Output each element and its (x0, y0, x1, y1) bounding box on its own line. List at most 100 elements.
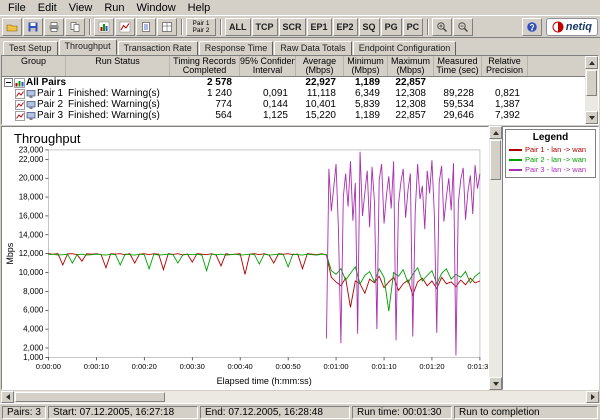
svg-text:Elapsed time (h:mm:ss): Elapsed time (h:mm:ss) (217, 376, 312, 386)
column-header-group: Group (2, 56, 66, 76)
toolbar-view-all-button[interactable]: ALL (225, 17, 251, 36)
tab-throughput[interactable]: Throughput (58, 39, 117, 55)
group-cell: Pair 3 (2, 110, 66, 121)
tab-endpoint-configuration[interactable]: Endpoint Configuration (352, 41, 457, 55)
toolbar-bar-chart-button[interactable] (94, 17, 114, 36)
arrow-down-icon (492, 381, 499, 386)
group-label: Pair 1 (37, 88, 64, 99)
value-cell: 1,189 (354, 77, 380, 88)
toolbar-view-pc-button[interactable]: PC (402, 17, 424, 36)
svg-text:0:01:10: 0:01:10 (371, 362, 396, 371)
toolbar-view-scr-button[interactable]: SCR (278, 17, 306, 36)
toolbar-view-ep1-button[interactable]: EP1 (306, 17, 332, 36)
toolbar-view-ep2-button[interactable]: EP2 (332, 17, 358, 36)
toolbar-view-tcp-button[interactable]: TCP (251, 17, 278, 36)
table-vertical-scrollbar[interactable] (585, 56, 598, 124)
value-cell: 6,349 (354, 88, 380, 99)
value-cell: 0,091 (262, 88, 288, 99)
toolbar-grid-view-button[interactable] (157, 17, 177, 36)
legend-line-swatch (509, 169, 522, 171)
table-row-pair-3[interactable]: Pair 3 Finished: Warning(s) 564 1,125 15,220… (2, 110, 585, 121)
collapse-icon[interactable] (4, 78, 13, 87)
value-cell: 0,144 (262, 99, 288, 110)
results-grid-header: Group Run Status Timing Records Completed 95… (2, 56, 585, 77)
toolbar-print-button[interactable] (44, 17, 64, 36)
legend-item: Pair 3 - lan -> wan (507, 165, 594, 175)
column-header-95-confidence: 95% ConfidenceInterval (240, 56, 296, 76)
toolbar-pair-filter-button[interactable]: Pair 1 Pair 2 (186, 17, 216, 36)
legend-line-swatch (509, 149, 522, 151)
menu-window[interactable]: Window (131, 1, 182, 15)
svg-text:0:00:40: 0:00:40 (228, 362, 253, 371)
toolbar-copy-button[interactable] (65, 17, 85, 36)
horizontal-scrollbar[interactable] (1, 391, 599, 403)
menu-run[interactable]: Run (98, 1, 130, 15)
toolbar-view-pg-button[interactable]: PG (380, 17, 402, 36)
tab-raw-data-totals[interactable]: Raw Data Totals (274, 41, 352, 55)
all-pairs-icon (14, 77, 25, 88)
column-header-label: (Mbps) (351, 65, 380, 75)
table-row-all-pairs[interactable]: All Pairs 2 578 22,927 1,189 22,857 (2, 77, 585, 88)
table-row-pair-1[interactable]: Pair 1 Finished: Warning(s) 1 240 0,091 11,1… (2, 88, 585, 99)
scroll-down-button[interactable] (585, 111, 598, 124)
group-cell: Pair 2 (2, 99, 66, 110)
svg-text:4,000: 4,000 (23, 325, 44, 334)
scroll-right-button[interactable] (586, 391, 599, 403)
bar-chart-icon (98, 21, 110, 32)
value-cell (240, 77, 296, 88)
value-cell: 5,839 (354, 99, 380, 110)
svg-text:18,000: 18,000 (19, 193, 44, 202)
scroll-left-button[interactable] (1, 391, 14, 403)
arrow-up-icon (492, 130, 499, 135)
scrollbar-thumb[interactable] (15, 392, 165, 402)
zoom-out-icon (458, 21, 469, 32)
netiq-logo: netiq (545, 17, 598, 36)
value-cell: 15,220 (305, 110, 336, 121)
toolbar-zoom-out-button[interactable] (453, 17, 474, 36)
toolbar-zoom-in-button[interactable] (432, 17, 453, 36)
tab-response-time[interactable]: Response Time (198, 41, 274, 55)
svg-text:14,000: 14,000 (19, 230, 44, 239)
scrollbar-thumb[interactable] (586, 70, 597, 96)
menu-view[interactable]: View (63, 1, 99, 15)
results-grid-body: All Pairs 2 578 22,927 1,189 22,857 Pair 1 Fin… (2, 77, 585, 121)
arrow-right-icon (590, 394, 595, 400)
throughput-chart: 23,00022,000 20,000 18,000 16,000 14,000 12,0… (5, 146, 488, 386)
legend-label: Pair 1 - lan -> wan (525, 145, 587, 154)
toolbar-view-sq-button[interactable]: SQ (358, 17, 380, 36)
toolbar-separator (220, 18, 222, 35)
column-header-label: Completed (182, 65, 227, 75)
scrollbar-thumb[interactable] (490, 140, 501, 180)
svg-text:0:00:50: 0:00:50 (276, 362, 301, 371)
scroll-up-button[interactable] (489, 126, 502, 139)
scroll-up-button[interactable] (585, 56, 598, 69)
results-table-pane: Group Run Status Timing Records Completed 95… (1, 55, 599, 125)
chart-area: Throughput 23,000 22,000 20,000 18,000 16,00… (1, 126, 599, 390)
copy-icon (70, 21, 80, 32)
toolbar-open-button[interactable] (2, 17, 22, 36)
toolbar-report-button[interactable] (136, 17, 156, 36)
tabbar: Test Setup Throughput Transaction Rate Resp… (0, 38, 600, 55)
toolbar-line-chart-button[interactable] (115, 17, 135, 36)
scroll-down-button[interactable] (489, 377, 502, 390)
chart-vertical-scrollbar[interactable] (489, 126, 502, 390)
toolbar-save-button[interactable] (23, 17, 43, 36)
menu-help[interactable]: Help (182, 1, 217, 15)
column-header-filler (528, 56, 585, 76)
svg-text:2,000: 2,000 (23, 344, 44, 353)
svg-text:10,000: 10,000 (19, 268, 44, 277)
column-header-average: Average (Mbps) (296, 56, 344, 76)
value-cell: 12,308 (395, 88, 426, 99)
zoom-in-icon (437, 21, 448, 32)
toolbar-separator (89, 18, 91, 35)
menu-edit[interactable]: Edit (32, 1, 63, 15)
tab-transaction-rate[interactable]: Transaction Rate (117, 41, 198, 55)
svg-text:23,000: 23,000 (19, 146, 44, 154)
statusbar-segment-0: Pairs: 3 (2, 406, 46, 419)
toolbar-help-button[interactable] (521, 17, 542, 36)
legend-line-swatch (509, 159, 522, 161)
tab-test-setup[interactable]: Test Setup (3, 41, 58, 55)
table-row-pair-2[interactable]: Pair 2 Finished: Warning(s) 774 0,144 10,401… (2, 99, 585, 110)
menu-file[interactable]: File (2, 1, 32, 15)
value-cell: 89,228 (443, 88, 474, 99)
